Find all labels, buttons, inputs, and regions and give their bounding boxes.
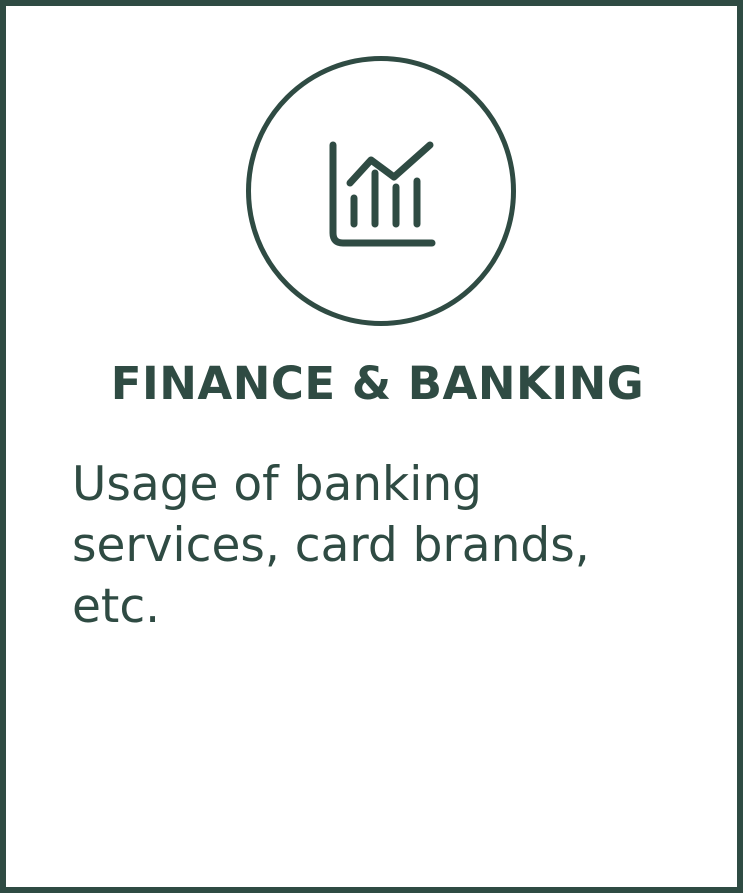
card-title: FINANCE & BANKING — [110, 357, 645, 410]
card-description: Usage of banking services, card brands, … — [72, 454, 632, 637]
chart-growth-icon — [329, 141, 436, 247]
icon-badge — [246, 56, 516, 326]
description-line: etc. — [72, 579, 161, 634]
description-line: Usage of banking — [72, 457, 482, 512]
description-line: services, card brands, — [72, 518, 590, 573]
category-card: FINANCE & BANKING Usage of banking servi… — [0, 0, 743, 893]
